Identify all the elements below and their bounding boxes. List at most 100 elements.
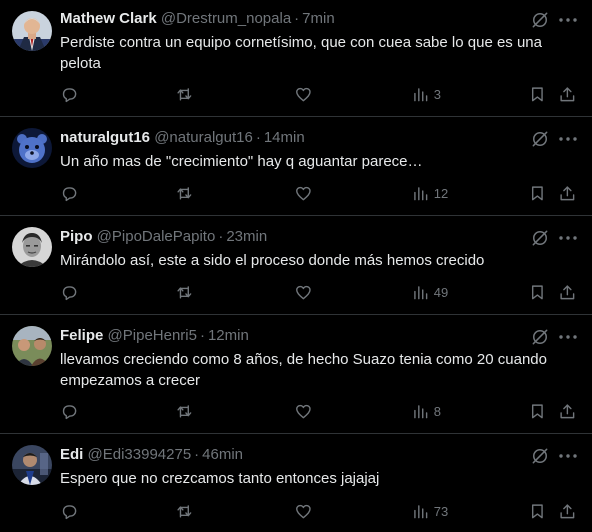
like-button[interactable]: [294, 282, 313, 302]
player-photo-avatar-icon: [12, 445, 52, 485]
tweet-header: Felipe @PipeHenri5 · 12min: [60, 326, 522, 346]
views-count: 3: [433, 86, 441, 102]
grok-icon[interactable]: [530, 228, 550, 248]
like-button[interactable]: [294, 401, 313, 421]
more-options-icon[interactable]: [556, 228, 580, 248]
heart-icon: [296, 404, 311, 418]
share-button[interactable]: [558, 401, 577, 421]
grok-icon[interactable]: [530, 446, 550, 466]
views-count: 73: [433, 503, 449, 519]
tweet-actions: 8: [60, 401, 580, 421]
tweet[interactable]: Felipe @PipeHenri5 · 12min llevamos crecie…: [0, 315, 592, 434]
timestamp[interactable]: 14min: [264, 129, 305, 146]
timestamp[interactable]: 7min: [302, 10, 335, 27]
timestamp[interactable]: 12min: [208, 327, 249, 344]
like-button[interactable]: [294, 501, 313, 521]
timestamp[interactable]: 46min: [202, 446, 243, 463]
like-button[interactable]: [294, 183, 313, 203]
bookmark-icon: [531, 285, 543, 299]
views-count: 49: [433, 284, 449, 300]
user-handle[interactable]: @Drestrum_nopala: [161, 10, 291, 27]
group-photo-avatar-icon: [12, 326, 52, 366]
separator: ·: [218, 228, 224, 245]
tweet[interactable]: Edi @Edi33994275 · 46min Espero que no cre…: [0, 434, 592, 532]
retweet-button[interactable]: [175, 84, 194, 104]
tweet-text: Espero que no crezcamos tanto entonces j…: [60, 470, 380, 487]
bookmark-icon: [531, 87, 543, 101]
bookmark-button[interactable]: [528, 282, 547, 302]
share-icon: [560, 504, 575, 518]
user-handle[interactable]: @PipoDalePapito: [97, 228, 216, 245]
user-handle[interactable]: @Edi33994275: [88, 446, 192, 463]
more-options-icon[interactable]: [556, 327, 580, 347]
views-button[interactable]: 3: [411, 84, 441, 104]
retweet-button[interactable]: [175, 501, 194, 521]
retweet-icon: [177, 504, 192, 518]
analytics-icon: [414, 285, 428, 299]
analytics-icon: [414, 504, 428, 518]
retweet-button[interactable]: [175, 183, 194, 203]
tweet-text: Perdiste contra un equipo cornetísimo, q…: [60, 34, 542, 72]
more-options-icon[interactable]: [556, 10, 580, 30]
tweet-actions: 73: [60, 501, 580, 521]
views-count: 8: [433, 403, 441, 419]
analytics-icon: [414, 87, 428, 101]
separator: ·: [199, 327, 205, 344]
grok-icon[interactable]: [530, 327, 550, 347]
reply-button[interactable]: [60, 84, 79, 104]
reply-button[interactable]: [60, 282, 79, 302]
display-name[interactable]: Mathew Clark: [60, 10, 157, 27]
share-icon: [560, 285, 575, 299]
tweet[interactable]: naturalgut16 @naturalgut16 · 14min Un año …: [0, 117, 592, 216]
bookmark-button[interactable]: [528, 401, 547, 421]
avatar[interactable]: [12, 326, 52, 366]
share-button[interactable]: [558, 282, 577, 302]
display-name[interactable]: Pipo: [60, 228, 93, 245]
reply-button[interactable]: [60, 183, 79, 203]
heart-icon: [296, 87, 311, 101]
avatar[interactable]: [12, 11, 52, 51]
share-button[interactable]: [558, 183, 577, 203]
retweet-button[interactable]: [175, 282, 194, 302]
tweet-header: Mathew Clark @Drestrum_nopala · 7min: [60, 9, 522, 29]
timestamp[interactable]: 23min: [226, 228, 267, 245]
tweet[interactable]: Mathew Clark @Drestrum_nopala · 7min Perdi…: [0, 0, 592, 117]
display-name[interactable]: naturalgut16: [60, 129, 150, 146]
display-name[interactable]: Felipe: [60, 327, 103, 344]
views-button[interactable]: 8: [411, 401, 441, 421]
avatar[interactable]: [12, 445, 52, 485]
blue-bear-avatar-icon: [12, 128, 52, 168]
bookmark-icon: [531, 404, 543, 418]
retweet-button[interactable]: [175, 401, 194, 421]
views-button[interactable]: 12: [411, 183, 448, 203]
heart-icon: [296, 504, 311, 518]
person-in-suit-avatar-icon: [12, 11, 52, 51]
views-button[interactable]: 49: [411, 282, 448, 302]
like-button[interactable]: [294, 84, 313, 104]
user-handle[interactable]: @PipeHenri5: [108, 327, 197, 344]
views-count: 12: [433, 185, 449, 201]
user-handle[interactable]: @naturalgut16: [154, 129, 253, 146]
more-options-icon[interactable]: [556, 129, 580, 149]
bookmark-button[interactable]: [528, 183, 547, 203]
tweet-text: Mirándolo así, este a sido el proceso do…: [60, 252, 485, 269]
reply-button[interactable]: [60, 501, 79, 521]
avatar[interactable]: [12, 128, 52, 168]
share-button[interactable]: [558, 84, 577, 104]
retweet-icon: [177, 87, 192, 101]
retweet-icon: [177, 404, 192, 418]
tweet-header: Edi @Edi33994275 · 46min: [60, 445, 522, 465]
reply-button[interactable]: [60, 401, 79, 421]
grok-icon[interactable]: [530, 129, 550, 149]
avatar[interactable]: [12, 227, 52, 267]
grok-icon[interactable]: [530, 10, 550, 30]
display-name[interactable]: Edi: [60, 446, 83, 463]
views-button[interactable]: 73: [411, 501, 448, 521]
share-button[interactable]: [558, 501, 577, 521]
tweet[interactable]: Pipo @PipoDalePapito · 23min Mirándolo así…: [0, 216, 592, 315]
bookmark-button[interactable]: [528, 84, 547, 104]
bookmark-button[interactable]: [528, 501, 547, 521]
analytics-icon: [414, 404, 428, 418]
more-options-icon[interactable]: [556, 446, 580, 466]
reply-icon: [62, 87, 77, 102]
